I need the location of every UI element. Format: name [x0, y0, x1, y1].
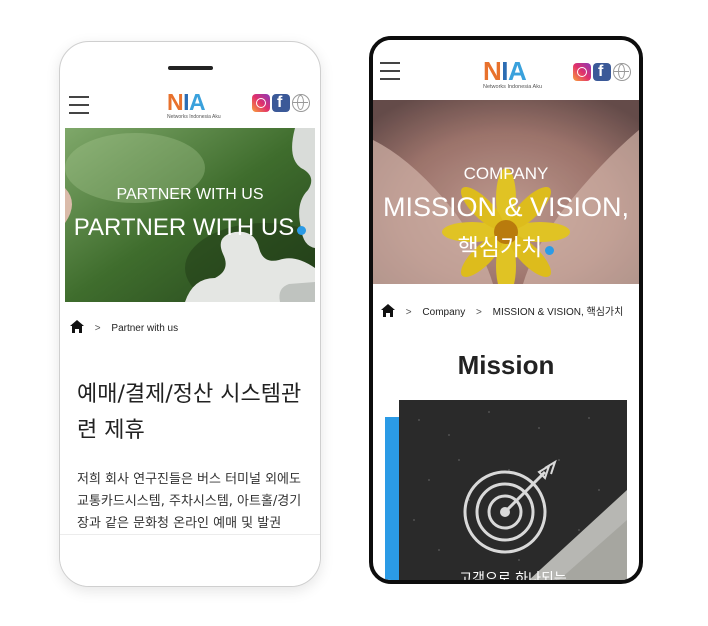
phone-mockup-right: NIA Networks Indonesia Aku f COMPANY MIS… — [369, 36, 643, 584]
social-links — [252, 94, 310, 112]
hero-banner: COMPANY MISSION & VISION, 핵심가치 — [373, 100, 639, 284]
instagram-icon[interactable] — [252, 94, 270, 112]
site-logo[interactable]: NIA Networks Indonesia Aku — [483, 58, 542, 90]
mission-card-image — [399, 400, 627, 580]
accent-dot — [545, 246, 555, 255]
mission-card: 고객으로 하나되는 — [399, 400, 627, 580]
breadcrumb-company[interactable]: Company — [422, 307, 465, 318]
hero-title-text: PARTNER WITH US — [73, 214, 295, 241]
logo-letter-a: A — [189, 89, 206, 115]
site-header: NIA Networks Indonesia Aku — [65, 89, 315, 125]
logo-subtitle: Networks Indonesia Aku — [483, 84, 543, 90]
hero-title: PARTNER WITH US — [65, 214, 315, 242]
hamburger-menu-icon[interactable] — [380, 62, 400, 80]
section-heading: 예매/결제/정산 시스템관련 제휴 — [77, 382, 302, 443]
card-accent-bar — [385, 417, 399, 580]
accent-dot — [297, 226, 307, 235]
hero-title-line1: MISSION & VISION, — [382, 192, 630, 222]
breadcrumb-separator: > — [94, 323, 101, 334]
section-heading: Mission — [457, 350, 555, 380]
globe-icon[interactable] — [292, 94, 310, 112]
breadcrumb-separator: > — [476, 307, 482, 318]
hero-title-line2-text: 핵심가치 — [457, 234, 543, 260]
breadcrumb: > Partner with us — [70, 320, 178, 334]
logo-letter-a: A — [508, 56, 527, 86]
hero-title-line2: 핵심가치 — [373, 228, 639, 262]
section-body-text: 저희 회사 연구진들은 버스 터미널 외에도 교통카드시스템, 주차시스템, 아… — [77, 472, 302, 531]
home-icon[interactable] — [381, 304, 395, 317]
hero-subtitle: COMPANY — [463, 164, 549, 183]
phone-screen-right: NIA Networks Indonesia Aku f COMPANY MIS… — [373, 40, 639, 580]
site-header: NIA Networks Indonesia Aku — [373, 40, 639, 100]
logo-letter-i: I — [501, 56, 509, 86]
logo-subtitle: Networks Indonesia Aku — [167, 114, 221, 120]
phone-mockup-left: NIA Networks Indonesia Aku f PARTNER WIT… — [59, 41, 321, 587]
site-logo[interactable]: NIA Networks Indonesia Aku — [167, 89, 221, 121]
instagram-icon[interactable] — [573, 63, 591, 81]
hero-banner: PARTNER WITH US PARTNER WITH US — [65, 128, 315, 302]
social-links — [573, 63, 631, 81]
logo-letter-n: N — [167, 89, 184, 115]
breadcrumb-separator: > — [405, 307, 412, 318]
hamburger-menu-icon[interactable] — [69, 96, 89, 114]
mission-card-caption: 고객으로 하나되는 — [459, 571, 567, 580]
home-icon[interactable] — [70, 320, 84, 333]
phone-screen-left: NIA Networks Indonesia Aku f PARTNER WIT… — [65, 89, 315, 536]
hero-subtitle: PARTNER WITH US — [116, 186, 264, 203]
facebook-icon[interactable] — [272, 94, 290, 112]
phone-speaker — [168, 66, 213, 70]
logo-letter-n: N — [483, 56, 502, 86]
globe-icon[interactable] — [613, 63, 631, 81]
breadcrumb-current[interactable]: Partner with us — [111, 323, 178, 334]
breadcrumb-current[interactable]: MISSION & VISION, 핵심가치 — [493, 307, 624, 318]
phone-chin — [60, 534, 320, 586]
breadcrumb: > Company > MISSION & VISION, 핵심가치 — [381, 303, 623, 318]
facebook-icon[interactable] — [593, 63, 611, 81]
